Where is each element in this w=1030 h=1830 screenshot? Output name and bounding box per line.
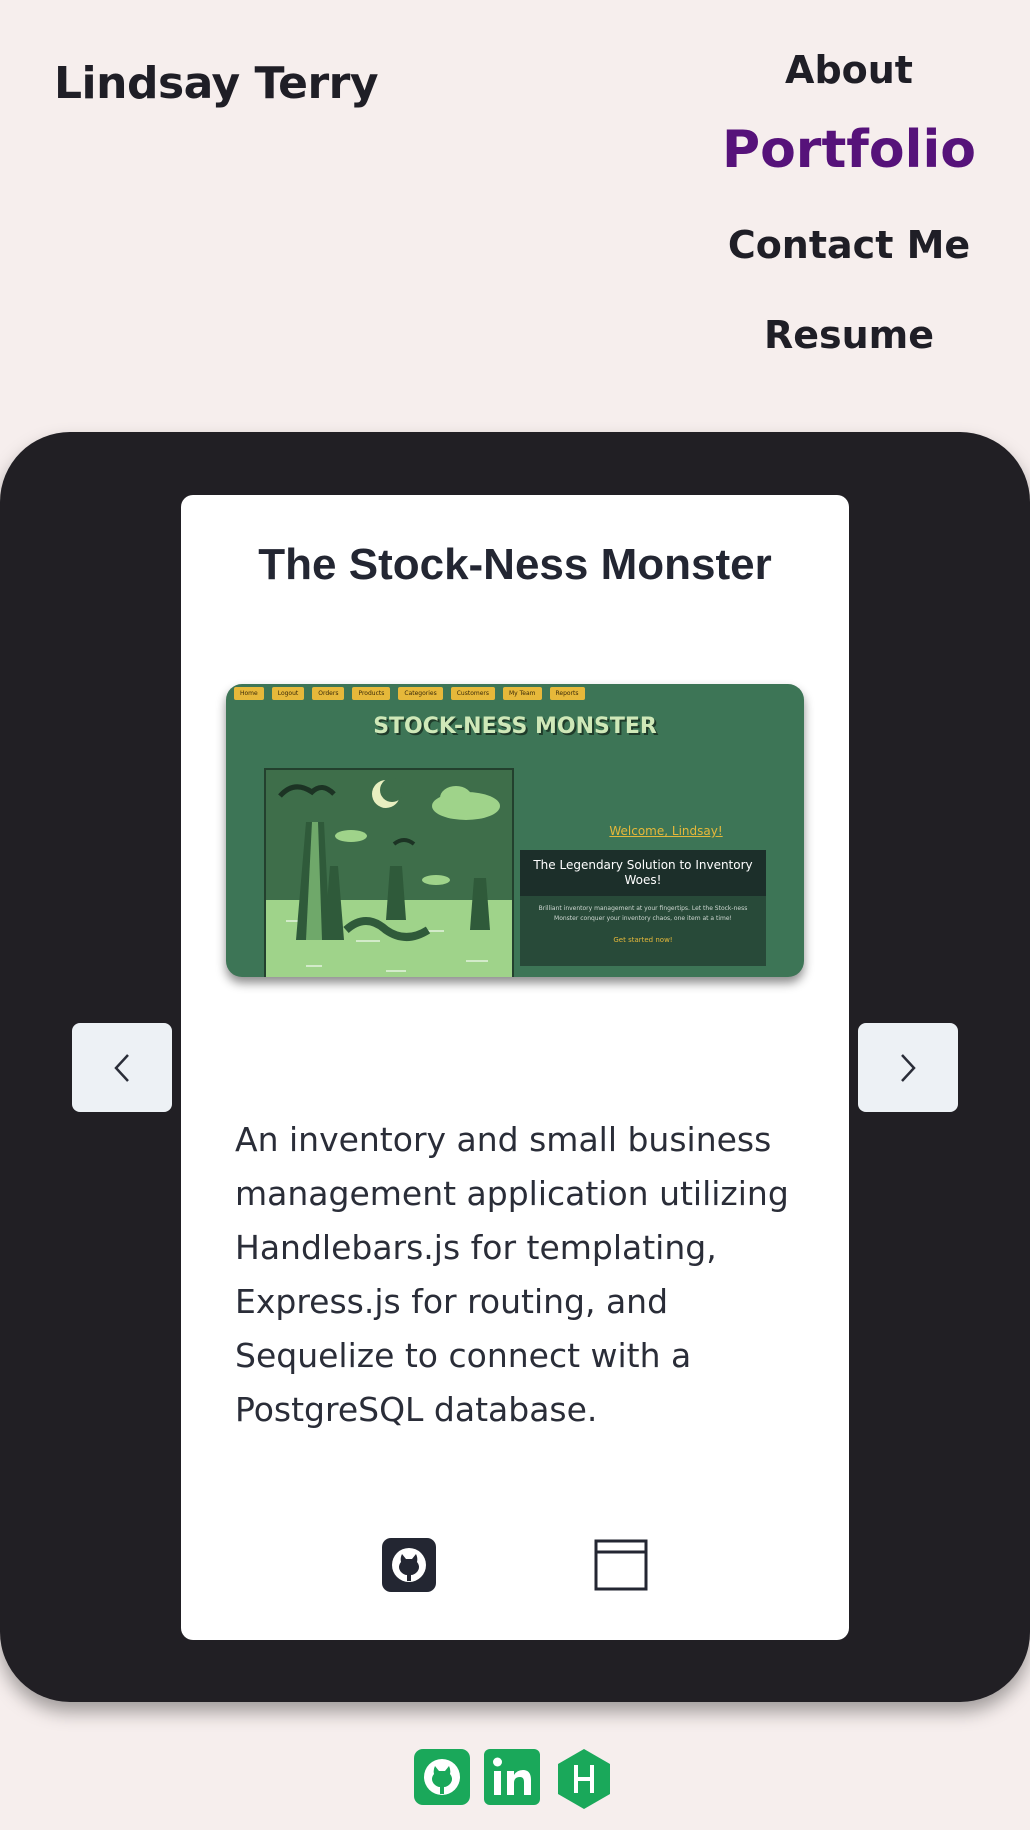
pixel-art-illustration <box>264 768 514 977</box>
screenshot-panel-cta: Get started now! <box>613 936 673 944</box>
site-brand[interactable]: Lindsay Terry <box>54 58 379 109</box>
linkedin-icon <box>484 1749 540 1805</box>
github-icon <box>414 1749 470 1805</box>
hackerrank-icon <box>558 1749 610 1809</box>
screenshot-navbar: Home Logout Orders Products Categories C… <box>234 687 585 700</box>
footer-linkedin-link[interactable] <box>484 1749 540 1805</box>
screenshot-nav-item: My Team <box>503 687 542 700</box>
screenshot-logo: STOCK-NESS MONSTER <box>373 714 657 739</box>
chevron-right-icon <box>901 1053 916 1082</box>
screenshot-nav-item: Categories <box>398 687 443 700</box>
screenshot-nav-item: Customers <box>450 687 495 700</box>
project-screenshot: Home Logout Orders Products Categories C… <box>226 684 804 977</box>
browser-window-icon <box>594 1539 648 1591</box>
project-description: An inventory and small business manageme… <box>235 1120 789 1429</box>
screenshot-nav-item: Logout <box>271 687 305 700</box>
footer-github-link[interactable] <box>414 1749 470 1805</box>
github-icon <box>382 1538 436 1592</box>
nav-about[interactable]: About <box>700 40 998 100</box>
screenshot-panel-heading: The Legendary Solution to Inventory Woes… <box>520 850 766 896</box>
project-deployed-link[interactable] <box>594 1538 648 1592</box>
screenshot-nav-item: Orders <box>312 687 345 700</box>
main-nav: About Portfolio Contact Me Resume <box>700 40 998 380</box>
screenshot-panel: The Legendary Solution to Inventory Woes… <box>520 850 766 966</box>
nav-resume[interactable]: Resume <box>700 290 998 380</box>
screenshot-nav-item: Home <box>234 687 264 700</box>
screenshot-nav-item: Reports <box>549 687 585 700</box>
footer-hackerrank-link[interactable] <box>556 1749 612 1809</box>
nav-contact[interactable]: Contact Me <box>700 200 998 290</box>
nav-portfolio[interactable]: Portfolio <box>700 100 998 200</box>
carousel-prev-button[interactable] <box>72 1023 172 1112</box>
screenshot-welcome: Welcome, Lindsay! <box>609 824 723 838</box>
project-github-link[interactable] <box>382 1538 436 1592</box>
project-card <box>181 495 849 1640</box>
chevron-left-icon <box>114 1053 129 1082</box>
project-title: The Stock-Ness Monster <box>258 540 772 589</box>
screenshot-nav-item: Products <box>352 687 391 700</box>
carousel-next-button[interactable] <box>858 1023 958 1112</box>
screenshot-panel-body: Brilliant inventory management at your f… <box>538 905 748 922</box>
